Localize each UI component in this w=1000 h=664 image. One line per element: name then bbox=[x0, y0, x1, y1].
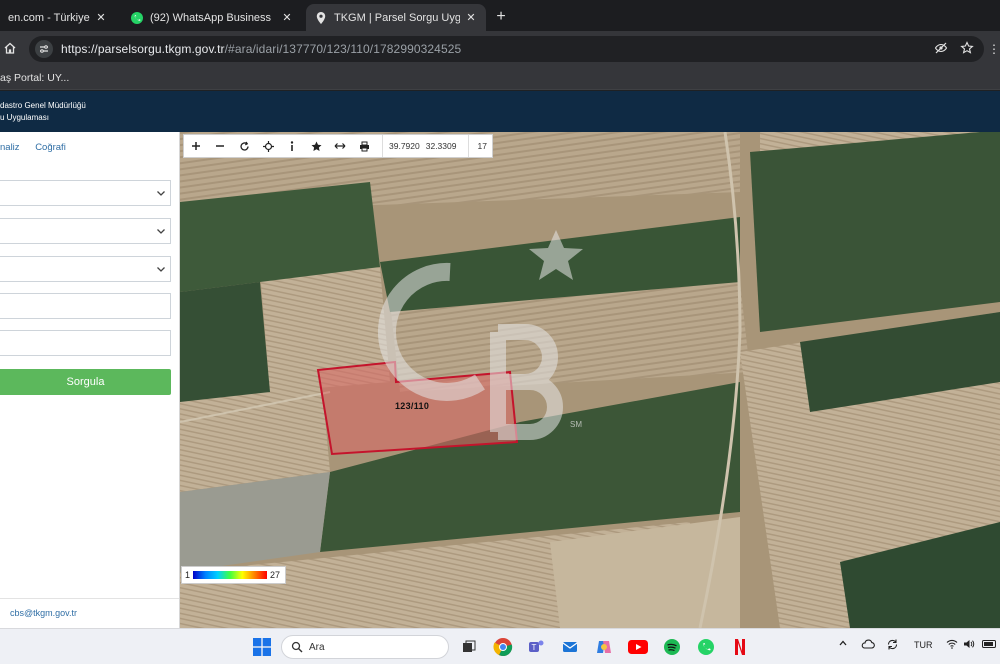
tab-whatsapp[interactable]: (92) WhatsApp Business ✕ bbox=[122, 4, 302, 31]
site-settings-icon[interactable] bbox=[35, 40, 53, 58]
url-path: /#ara/idari/137770/123/110/1782990324525 bbox=[224, 42, 462, 56]
teams-icon[interactable]: T bbox=[525, 636, 547, 658]
favorite-star-icon[interactable] bbox=[304, 135, 328, 157]
close-icon[interactable]: ✕ bbox=[464, 11, 478, 24]
whatsapp-icon bbox=[130, 11, 144, 25]
youtube-icon[interactable] bbox=[627, 636, 649, 658]
color-legend: 1 27 bbox=[181, 566, 286, 584]
mail-icon[interactable] bbox=[559, 636, 581, 658]
coordinate-readout: 39.7920 32.3309 bbox=[382, 135, 462, 157]
zoom-in-icon[interactable] bbox=[184, 135, 208, 157]
latitude: 39.7920 bbox=[389, 141, 420, 151]
org-line-1: dastro Genel Müdürlüğü bbox=[0, 101, 86, 110]
org-line-2: u Uygulaması bbox=[0, 113, 49, 122]
address-bar[interactable]: https://parselsorgu.tkgm.gov.tr/#ara/ida… bbox=[29, 36, 984, 62]
close-icon[interactable]: ✕ bbox=[280, 11, 294, 24]
info-icon[interactable] bbox=[280, 135, 304, 157]
zoom-out-icon[interactable] bbox=[208, 135, 232, 157]
browser-tab-strip: en.com - Türkiye'nin Or ✕ (92) WhatsApp … bbox=[0, 0, 1000, 31]
neighborhood-select[interactable] bbox=[0, 256, 171, 282]
panel-tabs: naliz Coğrafi bbox=[0, 142, 79, 153]
tab-tkgm[interactable]: TKGM | Parsel Sorgu Uygulama ✕ bbox=[306, 4, 486, 31]
tab-analiz[interactable]: naliz bbox=[0, 142, 20, 153]
spotify-icon[interactable] bbox=[661, 636, 683, 658]
bookmark-star-icon[interactable] bbox=[960, 41, 974, 60]
new-tab-icon[interactable]: + bbox=[493, 8, 509, 26]
wifi-icon[interactable] bbox=[946, 639, 958, 651]
province-select[interactable] bbox=[0, 180, 171, 206]
svg-text:T: T bbox=[532, 643, 537, 652]
home-icon[interactable] bbox=[3, 41, 19, 57]
chevron-up-icon[interactable] bbox=[838, 638, 848, 650]
copilot-icon[interactable] bbox=[593, 636, 615, 658]
legend-gradient bbox=[193, 571, 268, 579]
tab-title: TKGM | Parsel Sorgu Uygulama bbox=[334, 11, 460, 24]
windows-start-icon[interactable] bbox=[253, 638, 271, 656]
chevron-down-icon bbox=[157, 191, 165, 196]
print-icon[interactable] bbox=[352, 135, 376, 157]
sorgula-button[interactable]: Sorgula bbox=[0, 369, 171, 395]
contact-email[interactable]: cbs@tkgm.gov.tr bbox=[10, 608, 77, 618]
divider bbox=[0, 598, 179, 599]
satellite-imagery bbox=[180, 132, 1000, 628]
url-host: https://parselsorgu.tkgm.gov.tr bbox=[61, 42, 225, 56]
bookmarks-bar: aş Portal: UY... bbox=[0, 67, 1000, 90]
browser-toolbar: https://parselsorgu.tkgm.gov.tr/#ara/ida… bbox=[0, 31, 1000, 67]
input-language[interactable]: TUR bbox=[914, 640, 933, 650]
organization-title: dastro Genel Müdürlüğü u Uygulaması bbox=[0, 100, 86, 124]
measure-icon[interactable] bbox=[328, 135, 352, 157]
eye-off-icon[interactable] bbox=[934, 41, 948, 60]
map-toolbar: 39.7920 32.3309 17 bbox=[183, 134, 493, 158]
task-view-icon[interactable] bbox=[458, 636, 480, 658]
chrome-icon[interactable] bbox=[492, 636, 514, 658]
legend-max: 27 bbox=[270, 570, 281, 580]
bookmark-item[interactable]: aş Portal: UY... bbox=[0, 72, 69, 84]
chevron-down-icon bbox=[157, 229, 165, 234]
whatsapp-taskbar-icon[interactable] bbox=[695, 636, 717, 658]
taskbar-search[interactable]: Ara bbox=[281, 635, 449, 659]
zoom-level: 17 bbox=[468, 135, 487, 157]
tab-title: en.com - Türkiye'nin Or bbox=[8, 11, 90, 24]
block-number-input[interactable] bbox=[0, 293, 171, 319]
satellite-map[interactable]: SM 123/110 39.7920 32.3309 17 1 27 bbox=[180, 132, 1000, 628]
query-panel: naliz Coğrafi Sorgula cbs@tkgm.gov.tr bbox=[0, 132, 180, 628]
refresh-icon[interactable] bbox=[232, 135, 256, 157]
watermark-sm: SM bbox=[570, 420, 582, 429]
parcel-label: 123/110 bbox=[395, 401, 430, 411]
district-select[interactable] bbox=[0, 218, 171, 244]
tab-sahibinden[interactable]: en.com - Türkiye'nin Or ✕ bbox=[0, 4, 116, 31]
tab-cografi[interactable]: Coğrafi bbox=[35, 142, 66, 153]
close-icon[interactable]: ✕ bbox=[94, 11, 108, 24]
search-icon bbox=[291, 641, 303, 653]
location-pin-icon bbox=[314, 11, 328, 25]
netflix-icon[interactable] bbox=[729, 636, 751, 658]
windows-taskbar: Ara T TUR bbox=[0, 628, 1000, 664]
parcel-number-input[interactable] bbox=[0, 330, 171, 356]
site-header: dastro Genel Müdürlüğü u Uygulaması bbox=[0, 91, 1000, 132]
locate-icon[interactable] bbox=[256, 135, 280, 157]
legend-min: 1 bbox=[185, 570, 191, 580]
menu-icon[interactable]: ⋮ bbox=[988, 42, 1000, 56]
longitude: 32.3309 bbox=[425, 141, 457, 151]
volume-icon[interactable] bbox=[963, 639, 975, 651]
cloud-icon[interactable] bbox=[861, 638, 875, 652]
sync-icon[interactable] bbox=[886, 638, 899, 653]
search-placeholder: Ara bbox=[309, 641, 325, 653]
chevron-down-icon bbox=[157, 267, 165, 272]
tab-title: (92) WhatsApp Business bbox=[150, 11, 272, 24]
url-text: https://parselsorgu.tkgm.gov.tr/#ara/ida… bbox=[61, 42, 461, 56]
battery-icon[interactable] bbox=[982, 639, 998, 651]
